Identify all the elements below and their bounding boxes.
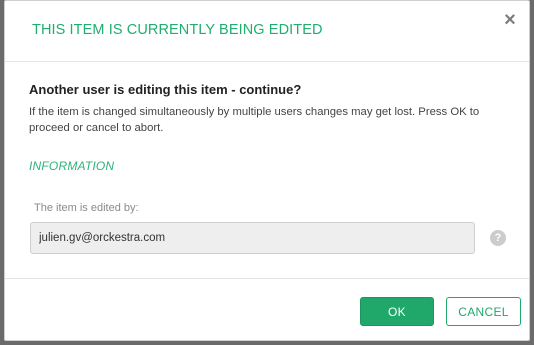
- dialog-title: THIS ITEM IS CURRENTLY BEING EDITED: [32, 22, 323, 38]
- dialog-question: Another user is editing this item - cont…: [29, 82, 302, 97]
- edited-by-label: The item is edited by:: [34, 202, 139, 214]
- dialog-description: If the item is changed simultaneously by…: [29, 106, 480, 134]
- dialog-footer: OK CANCEL: [5, 279, 529, 342]
- edited-by-field[interactable]: [30, 222, 475, 254]
- cancel-button[interactable]: CANCEL: [446, 297, 521, 326]
- edit-warning-dialog: THIS ITEM IS CURRENTLY BEING EDITED × An…: [4, 0, 530, 341]
- close-icon[interactable]: ×: [499, 9, 521, 31]
- dialog-header: THIS ITEM IS CURRENTLY BEING EDITED ×: [5, 1, 529, 62]
- dialog-body: Another user is editing this item - cont…: [5, 62, 529, 279]
- information-section-title: INFORMATION: [29, 159, 115, 173]
- ok-button[interactable]: OK: [360, 297, 434, 326]
- help-icon[interactable]: ?: [490, 230, 506, 246]
